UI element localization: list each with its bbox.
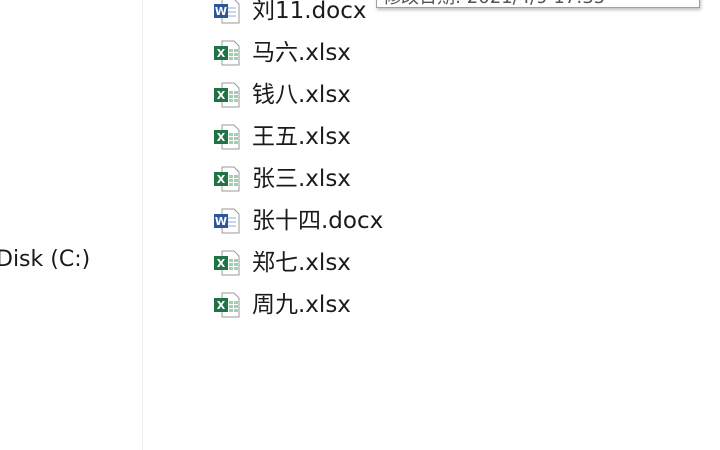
excel-sheet-icon: X [214, 250, 240, 276]
file-name: 郑七.xlsx [252, 250, 351, 276]
svg-text:X: X [217, 47, 226, 60]
svg-text:X: X [217, 131, 226, 144]
date-tooltip: 修改日期: 2021/4/9 17:35 [376, 0, 700, 8]
nav-item-local-disk-c[interactable]: Disk (C:) [0, 244, 90, 276]
word-doc-icon: W [214, 0, 240, 24]
navigation-pane: Disk (C:) [0, 0, 143, 450]
tooltip-text: 修改日期: 2021/4/9 17:35 [383, 0, 605, 7]
file-row[interactable]: W 张十四.docx [210, 200, 710, 242]
excel-sheet-icon: X [214, 292, 240, 318]
file-row[interactable]: X 钱八.xlsx [210, 74, 710, 116]
file-name: 王五.xlsx [252, 124, 351, 150]
file-explorer-window: Disk (C:) W 刘11.docx 20 [0, 0, 720, 450]
file-name: 马六.xlsx [252, 40, 351, 66]
excel-sheet-icon: X [214, 40, 240, 66]
svg-text:X: X [217, 89, 226, 102]
file-name: 刘11.docx [252, 0, 367, 24]
file-row[interactable]: X 王五.xlsx [210, 116, 710, 158]
file-name: 周九.xlsx [252, 292, 351, 318]
file-name: 钱八.xlsx [252, 82, 351, 108]
file-list: W 刘11.docx 20 X 马六.xls [142, 0, 720, 450]
file-name: 张三.xlsx [252, 166, 351, 192]
excel-sheet-icon: X [214, 124, 240, 150]
svg-text:X: X [217, 257, 226, 270]
svg-text:X: X [217, 173, 226, 186]
file-name: 张十四.docx [252, 208, 384, 234]
excel-sheet-icon: X [214, 82, 240, 108]
file-row[interactable]: X 马六.xlsx [210, 32, 710, 74]
word-doc-icon: W [214, 208, 240, 234]
nav-item-label: Disk (C:) [0, 247, 91, 272]
excel-sheet-icon: X [214, 166, 240, 192]
file-row[interactable]: X 周九.xlsx [210, 284, 710, 326]
file-row[interactable]: X 郑七.xlsx [210, 242, 710, 284]
svg-text:W: W [215, 215, 227, 228]
svg-text:W: W [215, 5, 227, 18]
file-row[interactable]: X 张三.xlsx [210, 158, 710, 200]
svg-text:X: X [217, 299, 226, 312]
